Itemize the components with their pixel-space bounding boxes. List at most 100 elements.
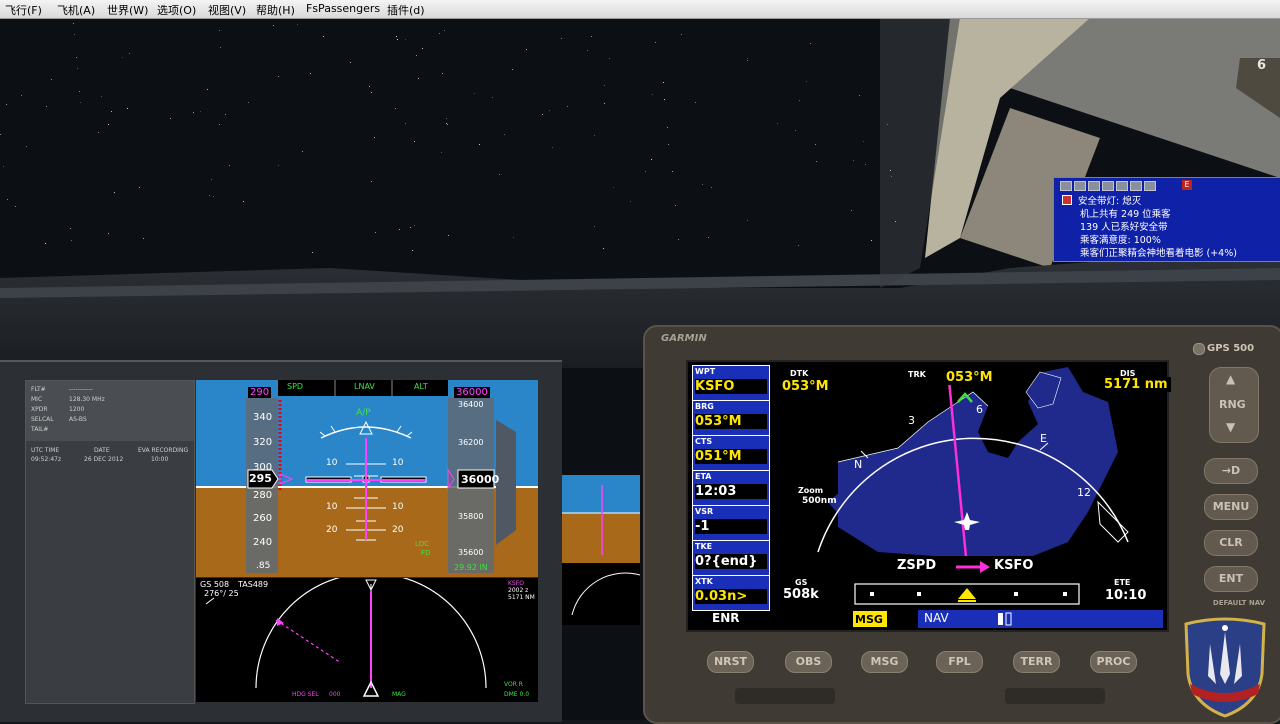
toolbar-icon-2[interactable]	[1074, 181, 1086, 191]
star	[374, 137, 375, 138]
emblem-shield-icon	[1184, 617, 1266, 718]
pitch-label-10-left-down: 10	[326, 502, 338, 512]
fsp-line-5: 乘客们正聚精会神地看着电影 (+4%)	[1080, 248, 1237, 259]
star	[499, 174, 500, 175]
star	[552, 147, 553, 148]
range-down-icon[interactable]: ▼	[1226, 420, 1235, 434]
speed-tick-340: 340	[253, 412, 273, 423]
menu-world[interactable]: 世界(W)	[107, 2, 148, 18]
star	[410, 227, 411, 228]
comm-label-flt: FLT#	[31, 386, 46, 393]
power-knob[interactable]	[1193, 343, 1205, 355]
range-up-icon[interactable]: ▲	[1226, 372, 1235, 386]
gps-brand: GARMIN	[661, 333, 707, 344]
star	[127, 108, 128, 109]
clr-button[interactable]: CLR	[1204, 530, 1258, 556]
proc-button[interactable]: PROC	[1090, 651, 1137, 673]
star	[101, 96, 102, 97]
star	[45, 243, 46, 244]
star	[200, 111, 201, 112]
toolbar-icon-4[interactable]	[1102, 181, 1114, 191]
fma-vertical: ALT	[414, 382, 428, 391]
star	[412, 250, 413, 251]
star	[278, 76, 279, 77]
nd-groundspeed: GS 508	[200, 580, 230, 589]
star	[678, 239, 679, 240]
star	[815, 144, 816, 145]
secondary-display	[562, 475, 640, 625]
msg-annunciator[interactable]: MSG	[855, 613, 883, 626]
star	[681, 34, 682, 35]
secondary-display-graphics	[562, 475, 640, 625]
nd-mag-label: MAG	[392, 691, 406, 698]
msg-hard-button[interactable]: MSG	[861, 651, 908, 673]
menu-help[interactable]: 帮助(H)	[256, 2, 295, 18]
star	[810, 43, 811, 44]
toolbar-icon-5[interactable]	[1116, 181, 1128, 191]
star	[672, 171, 673, 172]
toolbar-icon-3[interactable]	[1088, 181, 1100, 191]
star	[609, 58, 610, 59]
squadron-emblem	[1178, 614, 1272, 718]
dtk-label: DTK	[790, 369, 809, 378]
star	[405, 123, 406, 124]
field-xtk: XTK 0.03n>	[692, 575, 770, 611]
comm-label-mic: MIC	[31, 396, 43, 403]
fpl-button[interactable]: FPL	[936, 651, 983, 673]
star	[442, 73, 443, 74]
comm-value-xpdr: 1200	[69, 406, 85, 413]
nd-distance: 5171 NM	[508, 594, 535, 601]
compass-n: N	[854, 458, 863, 471]
star	[371, 92, 372, 93]
field-brg-value: 053°M	[695, 414, 767, 429]
menu-button[interactable]: MENU	[1204, 494, 1258, 520]
terr-button[interactable]: TERR	[1013, 651, 1060, 673]
toolbar-icon-7[interactable]	[1144, 181, 1156, 191]
toolbar-icon-1[interactable]	[1060, 181, 1072, 191]
field-tke: TKE 0?{end}	[692, 540, 770, 576]
fsp-line-4: 乘客满意度: 100%	[1080, 235, 1161, 246]
close-button[interactable]: E	[1182, 180, 1192, 190]
star	[229, 165, 230, 166]
field-vsr: VSR -1	[692, 505, 770, 541]
menu-views[interactable]: 视图(V)	[208, 2, 246, 18]
star	[70, 228, 71, 229]
star	[369, 86, 370, 87]
field-cts: CTS 051°M	[692, 435, 770, 471]
star	[416, 55, 417, 56]
menu-addons[interactable]: 插件(d)	[387, 2, 425, 18]
current-altitude: 36000	[461, 473, 500, 486]
comm-value-mic: 128.30 MHz	[69, 396, 105, 403]
menu-fspassengers[interactable]: FsPassengers	[306, 2, 380, 15]
comm-value-selcal: AS-BS	[69, 416, 87, 423]
pitch-label-10-right-down: 10	[392, 502, 404, 512]
utc-time-value: 09:52:47z	[31, 456, 62, 463]
field-eta: ETA 12:03	[692, 470, 770, 506]
star	[170, 118, 171, 119]
direct-to-button[interactable]: →D	[1204, 458, 1258, 484]
star	[663, 82, 664, 83]
star	[613, 187, 614, 188]
menu-flight[interactable]: 飞行(F)	[5, 2, 42, 18]
star	[278, 165, 279, 166]
star	[651, 159, 652, 160]
speed-target: 290	[248, 387, 272, 398]
star	[603, 248, 604, 249]
star	[871, 240, 872, 241]
star	[396, 36, 397, 37]
star	[702, 184, 703, 185]
nrst-button[interactable]: NRST	[707, 651, 754, 673]
range-rocker[interactable]: ▲ RNG ▼	[1209, 367, 1259, 443]
menu-aircraft[interactable]: 飞机(A)	[57, 2, 95, 18]
star	[225, 114, 226, 115]
star	[865, 164, 866, 165]
pitch-label-10-left-up: 10	[326, 458, 338, 468]
ent-button[interactable]: ENT	[1204, 566, 1258, 592]
star	[806, 81, 807, 82]
menu-options[interactable]: 选项(O)	[157, 2, 196, 18]
toolbar-icon-6[interactable]	[1130, 181, 1142, 191]
obs-button[interactable]: OBS	[785, 651, 832, 673]
star	[395, 108, 396, 109]
eva-value: 10:00	[151, 456, 169, 463]
pitch-label-10-right-up: 10	[392, 458, 404, 468]
